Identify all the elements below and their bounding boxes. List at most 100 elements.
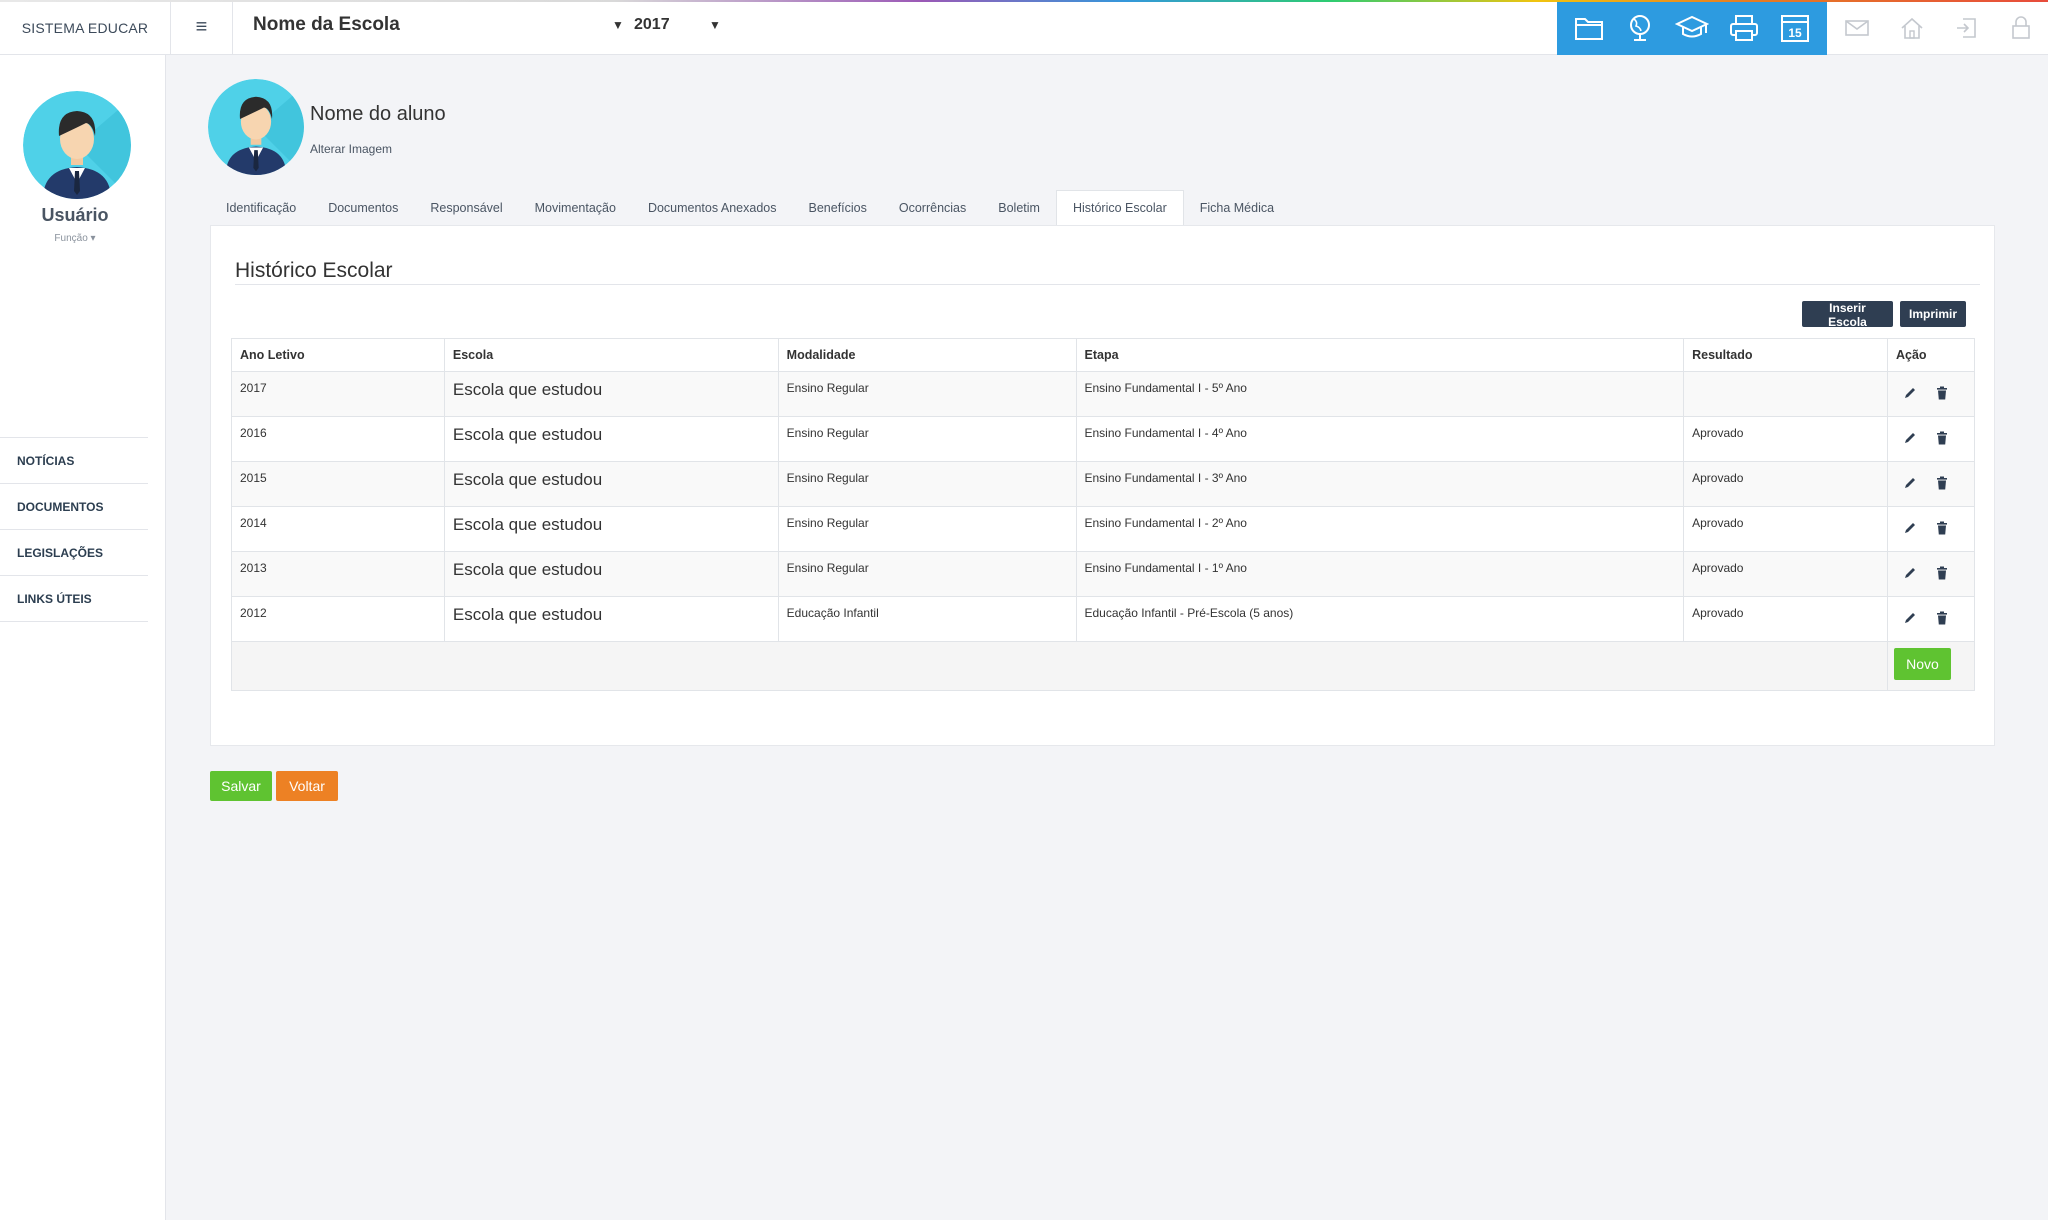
school-dropdown-caret-icon[interactable]: ▼ xyxy=(612,18,624,32)
home-icon[interactable] xyxy=(1896,12,1928,44)
tab-identificacao[interactable]: Identificação xyxy=(210,190,312,225)
utility-toolbar xyxy=(1830,0,2048,55)
year-selector-value[interactable]: 2017 xyxy=(634,16,670,34)
cell-year: 2013 xyxy=(231,551,445,597)
print-button[interactable]: Imprimir xyxy=(1900,301,1966,327)
edit-pencil-icon[interactable] xyxy=(1900,609,1920,627)
student-name: Nome do aluno xyxy=(310,103,446,125)
table-header-row: Ano Letivo Escola Modalidade Etapa Resul… xyxy=(231,338,1976,372)
cell-school: Escola que estudou xyxy=(443,551,779,597)
delete-trash-icon[interactable] xyxy=(1932,564,1952,582)
tab-documentos-anexados[interactable]: Documentos Anexados xyxy=(632,190,793,225)
table-row: 2013 Escola que estudou Ensino Regular E… xyxy=(231,551,1976,597)
cell-year: 2016 xyxy=(231,416,445,462)
logout-icon[interactable] xyxy=(1950,12,1982,44)
student-tabs: Identificação Documentos Responsável Mov… xyxy=(210,190,1290,225)
sidebar-item-noticias[interactable]: NOTÍCIAS xyxy=(0,438,148,484)
edit-pencil-icon[interactable] xyxy=(1900,384,1920,402)
edit-pencil-icon[interactable] xyxy=(1900,564,1920,582)
delete-trash-icon[interactable] xyxy=(1932,519,1952,537)
brand-logo-text[interactable]: SISTEMA EDUCAR xyxy=(0,0,171,55)
table-footer-row: Novo xyxy=(231,641,1976,691)
cell-actions xyxy=(1886,596,1976,642)
tab-beneficios[interactable]: Benefícios xyxy=(793,190,883,225)
table-row: 2014 Escola que estudou Ensino Regular E… xyxy=(231,506,1976,552)
sidebar-nav: NOTÍCIAS DOCUMENTOS LEGISLAÇÕES LINKS ÚT… xyxy=(0,437,148,622)
edit-pencil-icon[interactable] xyxy=(1900,474,1920,492)
cell-result xyxy=(1683,371,1888,417)
cell-stage: Ensino Fundamental I - 3º Ano xyxy=(1075,461,1685,507)
cell-result: Aprovado xyxy=(1683,551,1888,597)
delete-trash-icon[interactable] xyxy=(1932,609,1952,627)
cell-actions xyxy=(1886,371,1976,417)
column-header: Etapa xyxy=(1075,338,1685,372)
new-row-button[interactable]: Novo xyxy=(1893,648,1951,680)
cell-school: Escola que estudou xyxy=(443,596,779,642)
user-name: Usuário xyxy=(41,205,109,225)
student-avatar xyxy=(208,79,304,175)
cell-result: Aprovado xyxy=(1683,461,1888,507)
historico-panel: Histórico Escolar Inserir Escola Imprimi… xyxy=(210,225,1995,746)
tab-documentos[interactable]: Documentos xyxy=(312,190,414,225)
delete-trash-icon[interactable] xyxy=(1932,474,1952,492)
cell-actions xyxy=(1886,551,1976,597)
cell-modality: Ensino Regular xyxy=(777,461,1077,507)
column-header: Escola xyxy=(443,338,779,372)
table-footer-spacer xyxy=(231,641,1888,691)
change-image-link[interactable]: Alterar Imagem xyxy=(310,142,392,156)
tab-historico-escolar[interactable]: Histórico Escolar xyxy=(1055,190,1184,225)
cell-modality: Ensino Regular xyxy=(777,416,1077,462)
cell-result: Aprovado xyxy=(1683,596,1888,642)
sidebar-item-documentos[interactable]: DOCUMENTOS xyxy=(0,484,148,530)
table-row: 2015 Escola que estudou Ensino Regular E… xyxy=(231,461,1976,507)
delete-trash-icon[interactable] xyxy=(1932,429,1952,447)
school-name[interactable]: Nome da Escola xyxy=(253,14,400,36)
delete-trash-icon[interactable] xyxy=(1932,384,1952,402)
tab-responsavel[interactable]: Responsável xyxy=(414,190,518,225)
cell-year: 2015 xyxy=(231,461,445,507)
top-header: SISTEMA EDUCAR ≡ Nome da Escola ▼ 2017 ▼… xyxy=(0,0,2048,55)
user-role-dropdown[interactable]: Função ▾ xyxy=(0,233,150,244)
cell-actions xyxy=(1886,461,1976,507)
cell-modality: Ensino Regular xyxy=(777,371,1077,417)
insert-school-button[interactable]: Inserir Escola xyxy=(1802,301,1893,329)
tab-boletim[interactable]: Boletim xyxy=(982,190,1056,225)
sidebar-item-legislacoes[interactable]: LEGISLAÇÕES xyxy=(0,530,148,576)
user-avatar[interactable] xyxy=(23,91,131,199)
table-row: 2016 Escola que estudou Ensino Regular E… xyxy=(231,416,1976,462)
sidebar-item-links-uteis[interactable]: LINKS ÚTEIS xyxy=(0,576,148,622)
year-dropdown-caret-icon[interactable]: ▼ xyxy=(709,18,721,32)
menu-toggle-button[interactable]: ≡ xyxy=(171,0,233,55)
calendar-icon[interactable]: 15 xyxy=(1777,10,1813,46)
tab-movimentacao[interactable]: Movimentação xyxy=(519,190,632,225)
lock-icon[interactable] xyxy=(2005,12,2037,44)
cell-stage: Ensino Fundamental I - 2º Ano xyxy=(1075,506,1685,552)
folder-icon[interactable] xyxy=(1571,10,1607,46)
globe-icon[interactable] xyxy=(1622,10,1658,46)
cell-year: 2017 xyxy=(231,371,445,417)
table-row: 2012 Escola que estudou Educação Infanti… xyxy=(231,596,1976,642)
column-header: Ação xyxy=(1886,338,1976,372)
table-footer-actions: Novo xyxy=(1886,641,1976,691)
save-button[interactable]: Salvar xyxy=(210,771,272,801)
mail-icon[interactable] xyxy=(1841,12,1873,44)
back-button[interactable]: Voltar xyxy=(276,771,338,801)
top-accent-stripe xyxy=(0,0,2048,2)
column-header: Ano Letivo xyxy=(231,338,445,372)
graduation-cap-icon[interactable] xyxy=(1674,10,1710,46)
cell-school: Escola que estudou xyxy=(443,416,779,462)
edit-pencil-icon[interactable] xyxy=(1900,519,1920,537)
cell-school: Escola que estudou xyxy=(443,461,779,507)
cell-stage: Ensino Fundamental I - 5º Ano xyxy=(1075,371,1685,417)
cell-stage: Ensino Fundamental I - 4º Ano xyxy=(1075,416,1685,462)
cell-result: Aprovado xyxy=(1683,416,1888,462)
tab-ocorrencias[interactable]: Ocorrências xyxy=(883,190,982,225)
printer-icon[interactable] xyxy=(1726,10,1762,46)
cell-modality: Educação Infantil xyxy=(777,596,1077,642)
hamburger-icon: ≡ xyxy=(195,16,208,38)
cell-actions xyxy=(1886,506,1976,552)
tab-ficha-medica[interactable]: Ficha Médica xyxy=(1184,190,1290,225)
left-sidebar: Usuário Função ▾ NOTÍCIAS DOCUMENTOS LEG… xyxy=(0,55,166,1220)
edit-pencil-icon[interactable] xyxy=(1900,429,1920,447)
cell-result: Aprovado xyxy=(1683,506,1888,552)
